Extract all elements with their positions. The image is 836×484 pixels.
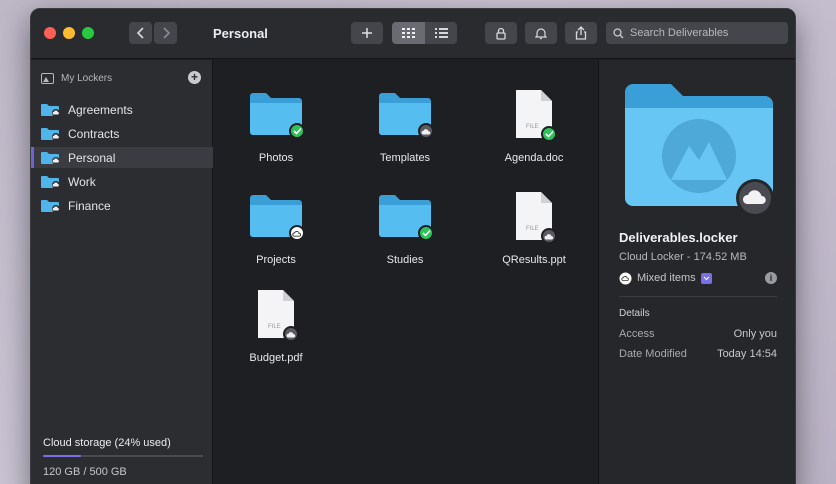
- sidebar-item-label: Finance: [68, 198, 111, 213]
- modified-value: Today 14:54: [717, 348, 777, 360]
- locker-name: Deliverables.locker: [619, 230, 738, 245]
- zoom-window-button[interactable]: [82, 27, 94, 39]
- info-icon[interactable]: i: [765, 272, 777, 284]
- window-title: Personal: [213, 26, 268, 41]
- search-icon: [613, 27, 624, 38]
- chevron-right-icon: [162, 27, 170, 39]
- share-button[interactable]: [565, 22, 597, 44]
- file-tile-budget[interactable]: FILE Budget.pdf: [226, 280, 326, 372]
- file-label: Agenda.doc: [504, 152, 564, 164]
- locker-folder-icon: [625, 84, 774, 217]
- lock-icon: [496, 27, 506, 40]
- cloud-folder-icon: [41, 151, 60, 165]
- sidebar-item-work[interactable]: Work: [31, 171, 213, 192]
- search-input[interactable]: [630, 27, 780, 39]
- file-type-tag: FILE: [526, 124, 539, 130]
- my-lockers-label: My Lockers: [61, 72, 113, 84]
- lockers-icon: [41, 72, 54, 84]
- synced-check-icon: [289, 123, 305, 139]
- mixed-tag-icon: [700, 272, 712, 284]
- cloud-icon: [283, 326, 299, 342]
- file-label: Templates: [379, 152, 431, 164]
- file-grid: Photos Templates FILE Agenda.doc Project…: [214, 60, 597, 484]
- chevron-left-icon: [136, 27, 144, 39]
- mixed-items-row: Mixed items i: [619, 270, 777, 286]
- storage-panel: Cloud storage (24% used) 120 GB / 500 GB: [43, 437, 203, 478]
- mixed-items-label: Mixed items: [637, 272, 696, 284]
- sidebar-item-label: Agreements: [68, 102, 133, 117]
- file-tile-projects[interactable]: Projects: [226, 182, 326, 274]
- lock-button[interactable]: [485, 22, 517, 44]
- file-label: Projects: [256, 254, 296, 266]
- sidebar-item-label: Contracts: [68, 126, 120, 141]
- minimize-window-button[interactable]: [63, 27, 75, 39]
- sidebar-item-agreements[interactable]: Agreements: [31, 99, 213, 120]
- sidebar-item-label: Work: [68, 174, 96, 189]
- sidebar-item-contracts[interactable]: Contracts: [31, 123, 213, 144]
- close-window-button[interactable]: [44, 27, 56, 39]
- back-button[interactable]: [129, 22, 152, 44]
- cloud-folder-icon: [41, 199, 60, 213]
- search-box[interactable]: [606, 22, 788, 44]
- file-label: Budget.pdf: [249, 352, 303, 364]
- modified-row: Date Modified Today 14:54: [619, 348, 777, 360]
- access-label: Access: [619, 328, 655, 340]
- file-tile-photos[interactable]: Photos: [226, 80, 326, 172]
- storage-bar-fill: [43, 455, 82, 457]
- cloud-outline-icon: [619, 272, 632, 284]
- synced-check-icon: [541, 126, 557, 142]
- file-tile-agenda[interactable]: FILE Agenda.doc: [484, 80, 584, 172]
- storage-title: Cloud storage (24% used): [43, 437, 171, 449]
- divider: [619, 296, 777, 297]
- synced-check-icon: [418, 225, 434, 241]
- file-type-tag: FILE: [526, 226, 539, 232]
- my-lockers-header: My Lockers +: [41, 70, 203, 86]
- sidebar-item-finance[interactable]: Finance: [31, 195, 213, 216]
- cloud-icon: [418, 123, 434, 139]
- sidebar-item-label: Personal: [68, 150, 116, 165]
- sidebar-item-personal[interactable]: Personal: [31, 147, 213, 168]
- storage-amount: 120 GB / 500 GB: [43, 466, 127, 478]
- file-tile-qresults[interactable]: FILE QResults.ppt: [484, 182, 584, 274]
- sidebar: My Lockers + Agreements Contracts Person…: [31, 60, 213, 484]
- app-window: Personal Search Deliverables My Lockers …: [30, 8, 796, 484]
- title-bar: Personal: [31, 9, 795, 59]
- share-icon: [575, 26, 587, 40]
- modified-label: Date Modified: [619, 348, 687, 360]
- preview-panel: Deliverables.locker Cloud Locker - 174.5…: [598, 60, 795, 484]
- grid-view-button[interactable]: [392, 22, 425, 44]
- plus-icon: [362, 28, 372, 38]
- forward-button[interactable]: [154, 22, 177, 44]
- file-type-tag: FILE: [268, 324, 281, 330]
- list-view-button[interactable]: [425, 22, 457, 44]
- access-value: Only you: [733, 328, 777, 340]
- add-button[interactable]: [351, 22, 383, 44]
- file-label: QResults.ppt: [502, 254, 566, 266]
- list-icon: [434, 28, 448, 38]
- cloud-folder-icon: [41, 103, 60, 117]
- file-tile-studies[interactable]: Studies: [355, 182, 455, 274]
- cloud-outline-icon: [289, 225, 305, 241]
- bell-icon: [535, 27, 547, 39]
- file-label: Studies: [386, 254, 424, 266]
- storage-bar: [43, 455, 203, 457]
- details-heading: Details: [619, 308, 650, 319]
- cloud-folder-icon: [41, 175, 60, 189]
- add-locker-button[interactable]: +: [188, 71, 201, 84]
- notifications-button[interactable]: [525, 22, 557, 44]
- file-tile-templates[interactable]: Templates: [355, 80, 455, 172]
- cloud-folder-icon: [41, 127, 60, 141]
- file-label: Photos: [258, 152, 294, 164]
- locker-size: Cloud Locker - 174.52 MB: [619, 251, 747, 263]
- grid-icon: [402, 28, 415, 38]
- access-row: Access Only you: [619, 328, 777, 340]
- cloud-icon: [541, 228, 557, 244]
